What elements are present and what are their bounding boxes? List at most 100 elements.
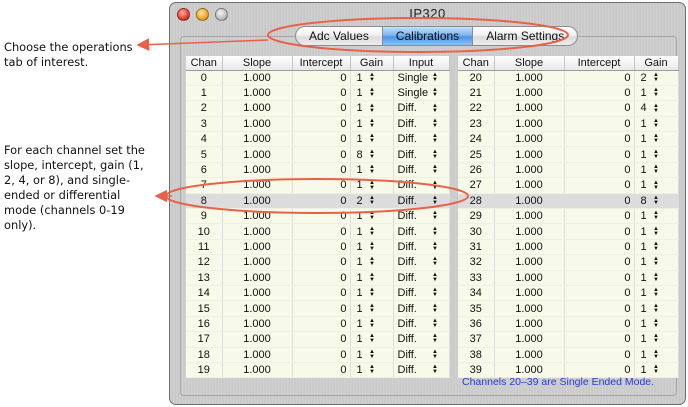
intercept-cell[interactable]: 0 — [564, 85, 635, 102]
table-row[interactable]: 16 1.000 0 1 ▲ ▼ Diff. ▲ ▼ — [186, 316, 450, 333]
table-row[interactable]: 37 1.000 0 1 ▲ ▼ — [458, 331, 679, 348]
gain-stepper-icon[interactable]: ▲ ▼ — [369, 287, 376, 298]
table-scrollbar[interactable] — [677, 56, 680, 374]
input-mode-cell[interactable]: Diff. ▲ ▼ — [393, 131, 450, 148]
table-row[interactable]: 1 1.000 0 1 ▲ ▼ Single ▲ ▼ — [186, 85, 450, 102]
intercept-cell[interactable]: 0 — [564, 146, 635, 163]
gain-cell[interactable]: 1 ▲ ▼ — [634, 270, 679, 286]
gain-stepper-icon[interactable]: ▲ ▼ — [369, 149, 376, 160]
input-mode-cell[interactable]: Diff. ▲ ▼ — [393, 254, 450, 271]
slope-cell[interactable]: 1.000 — [222, 131, 293, 148]
gain-stepper-icon[interactable]: ▲ ▼ — [369, 103, 376, 114]
intercept-cell[interactable]: 0 — [292, 223, 351, 240]
gain-cell[interactable]: 1 ▲ ▼ — [350, 208, 394, 225]
table-row[interactable]: 30 1.000 0 1 ▲ ▼ — [458, 223, 679, 240]
gain-cell[interactable]: 1 ▲ ▼ — [350, 116, 394, 133]
intercept-cell[interactable]: 0 — [292, 131, 351, 148]
slope-cell[interactable]: 1.000 — [494, 193, 565, 210]
input-mode-stepper-icon[interactable]: ▲ ▼ — [432, 210, 439, 221]
tab-calibrations[interactable]: Calibrations — [382, 26, 474, 46]
slope-cell[interactable]: 1.000 — [494, 70, 565, 86]
table-row[interactable]: 19 1.000 0 1 ▲ ▼ Diff. ▲ ▼ — [186, 362, 450, 379]
intercept-cell[interactable]: 0 — [292, 362, 351, 379]
intercept-cell[interactable]: 0 — [292, 162, 351, 179]
slope-cell[interactable]: 1.000 — [494, 347, 565, 363]
intercept-cell[interactable]: 0 — [564, 177, 635, 194]
intercept-cell[interactable]: 0 — [564, 131, 635, 148]
gain-cell[interactable]: 1 ▲ ▼ — [634, 116, 679, 133]
input-mode-stepper-icon[interactable]: ▲ ▼ — [432, 133, 439, 144]
gain-stepper-icon[interactable]: ▲ ▼ — [653, 303, 660, 314]
slope-cell[interactable]: 1.000 — [222, 300, 293, 317]
input-mode-cell[interactable]: Diff. ▲ ▼ — [393, 362, 450, 379]
gain-stepper-icon[interactable]: ▲ ▼ — [369, 349, 376, 360]
gain-cell[interactable]: 1 ▲ ▼ — [634, 285, 679, 302]
intercept-cell[interactable]: 0 — [564, 239, 635, 256]
slope-cell[interactable]: 1.000 — [222, 177, 293, 194]
input-mode-stepper-icon[interactable]: ▲ ▼ — [432, 364, 439, 375]
table-row[interactable]: 12 1.000 0 1 ▲ ▼ Diff. ▲ ▼ — [186, 254, 450, 271]
input-mode-cell[interactable]: Diff. ▲ ▼ — [393, 331, 450, 348]
input-mode-cell[interactable]: Diff. ▲ ▼ — [393, 193, 450, 210]
intercept-cell[interactable]: 0 — [564, 208, 635, 225]
tab-adc-values[interactable]: Adc Values — [295, 26, 383, 46]
table-row[interactable]: 21 1.000 0 1 ▲ ▼ — [458, 85, 679, 102]
slope-cell[interactable]: 1.000 — [494, 331, 565, 348]
slope-cell[interactable]: 1.000 — [494, 85, 565, 102]
gain-stepper-icon[interactable]: ▲ ▼ — [653, 349, 660, 360]
slope-cell[interactable]: 1.000 — [494, 270, 565, 286]
table-row[interactable]: 23 1.000 0 1 ▲ ▼ — [458, 116, 679, 133]
title-bar[interactable]: IP320 — [170, 3, 685, 25]
gain-stepper-icon[interactable]: ▲ ▼ — [653, 103, 660, 114]
intercept-cell[interactable]: 0 — [564, 347, 635, 363]
slope-cell[interactable]: 1.000 — [222, 347, 293, 363]
slope-cell[interactable]: 1.000 — [222, 85, 293, 102]
slope-cell[interactable]: 1.000 — [494, 100, 565, 117]
input-mode-stepper-icon[interactable]: ▲ ▼ — [432, 103, 439, 114]
table-row[interactable]: 29 1.000 0 1 ▲ ▼ — [458, 208, 679, 225]
intercept-cell[interactable]: 0 — [564, 223, 635, 240]
gain-stepper-icon[interactable]: ▲ ▼ — [653, 180, 660, 191]
input-mode-cell[interactable]: Diff. ▲ ▼ — [393, 177, 450, 194]
intercept-cell[interactable]: 0 — [292, 146, 351, 163]
gain-stepper-icon[interactable]: ▲ ▼ — [369, 133, 376, 144]
gain-cell[interactable]: 1 ▲ ▼ — [634, 131, 679, 148]
gain-cell[interactable]: 8 ▲ ▼ — [634, 193, 679, 210]
slope-cell[interactable]: 1.000 — [222, 285, 293, 302]
intercept-cell[interactable]: 0 — [292, 70, 351, 86]
gain-cell[interactable]: 1 ▲ ▼ — [350, 239, 394, 256]
gain-stepper-icon[interactable]: ▲ ▼ — [369, 164, 376, 175]
gain-stepper-icon[interactable]: ▲ ▼ — [653, 333, 660, 344]
gain-stepper-icon[interactable]: ▲ ▼ — [653, 287, 660, 298]
table-row[interactable]: 6 1.000 0 1 ▲ ▼ Diff. ▲ ▼ — [186, 162, 450, 179]
gain-cell[interactable]: 1 ▲ ▼ — [634, 316, 679, 333]
table-row[interactable]: 28 1.000 0 8 ▲ ▼ — [458, 193, 679, 210]
intercept-cell[interactable]: 0 — [292, 116, 351, 133]
table-row[interactable]: 7 1.000 0 1 ▲ ▼ Diff. ▲ ▼ — [186, 177, 450, 194]
table-row[interactable]: 36 1.000 0 1 ▲ ▼ — [458, 316, 679, 333]
slope-cell[interactable]: 1.000 — [222, 239, 293, 256]
gain-stepper-icon[interactable]: ▲ ▼ — [653, 318, 660, 329]
input-mode-stepper-icon[interactable]: ▲ ▼ — [432, 226, 439, 237]
input-mode-cell[interactable]: Diff. ▲ ▼ — [393, 116, 450, 133]
table-row[interactable]: 31 1.000 0 1 ▲ ▼ — [458, 239, 679, 256]
slope-cell[interactable]: 1.000 — [222, 362, 293, 379]
slope-cell[interactable]: 1.000 — [494, 162, 565, 179]
input-mode-stepper-icon[interactable]: ▲ ▼ — [432, 118, 439, 129]
intercept-cell[interactable]: 0 — [292, 270, 351, 286]
gain-stepper-icon[interactable]: ▲ ▼ — [369, 318, 376, 329]
table-row[interactable]: 24 1.000 0 1 ▲ ▼ — [458, 131, 679, 148]
slope-cell[interactable]: 1.000 — [222, 254, 293, 271]
input-mode-stepper-icon[interactable]: ▲ ▼ — [432, 195, 439, 206]
input-mode-cell[interactable]: Single ▲ ▼ — [393, 85, 450, 102]
intercept-cell[interactable]: 0 — [292, 193, 351, 210]
intercept-cell[interactable]: 0 — [564, 285, 635, 302]
slope-cell[interactable]: 1.000 — [494, 146, 565, 163]
input-mode-stepper-icon[interactable]: ▲ ▼ — [432, 303, 439, 314]
intercept-cell[interactable]: 0 — [564, 331, 635, 348]
table-row[interactable]: 32 1.000 0 1 ▲ ▼ — [458, 254, 679, 271]
gain-cell[interactable]: 1 ▲ ▼ — [350, 270, 394, 286]
slope-cell[interactable]: 1.000 — [222, 193, 293, 210]
table-row[interactable]: 13 1.000 0 1 ▲ ▼ Diff. ▲ ▼ — [186, 270, 450, 286]
input-mode-stepper-icon[interactable]: ▲ ▼ — [432, 149, 439, 160]
